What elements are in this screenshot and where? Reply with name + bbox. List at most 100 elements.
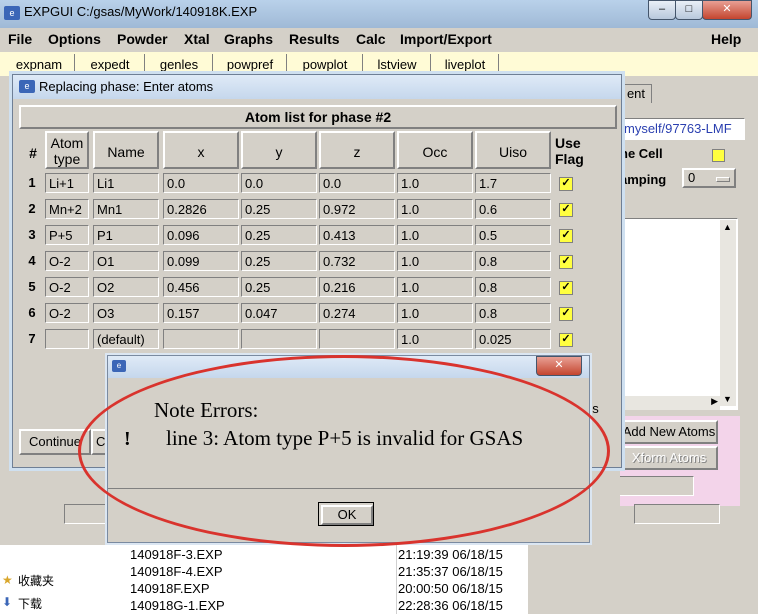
cell-y[interactable]: 0.25: [241, 225, 317, 245]
cell-type[interactable]: [45, 329, 89, 349]
cell-z[interactable]: 0.274: [319, 303, 395, 323]
cell-z[interactable]: 0.216: [319, 277, 395, 297]
cell-z[interactable]: 0.0: [319, 173, 395, 193]
use-flag-checkbox[interactable]: ✓: [559, 333, 573, 347]
close-button[interactable]: ✕: [702, 0, 752, 20]
sidebar-item-downloads[interactable]: 下载: [18, 595, 42, 612]
damping-menu[interactable]: 0: [682, 168, 736, 188]
file-list[interactable]: 140918F-3.EXP 21:19:39 06/18/15 140918F-4…: [128, 545, 528, 614]
cell-name[interactable]: Mn1: [93, 199, 159, 219]
toolbar-genles[interactable]: genles: [146, 54, 213, 74]
maximize-button[interactable]: □: [675, 0, 703, 20]
cell-x[interactable]: [163, 329, 239, 349]
xform-atoms-button[interactable]: Xform Atoms: [620, 446, 718, 470]
sidebar: ★ 收藏夹 ⬇ 下载: [0, 545, 128, 614]
cell-type[interactable]: Li+1: [45, 173, 89, 193]
cell-uiso[interactable]: 0.5: [475, 225, 551, 245]
scroll-up-icon[interactable]: ▲: [723, 222, 732, 232]
tab-fragment[interactable]: ent: [620, 84, 652, 103]
file-row[interactable]: 140918F-3.EXP 21:19:39 06/18/15: [130, 546, 526, 563]
vertical-scrollbar[interactable]: ▲ ▼: [720, 220, 736, 406]
use-flag-checkbox[interactable]: ✓: [559, 281, 573, 295]
cell-name[interactable]: O3: [93, 303, 159, 323]
cell-x[interactable]: 0.096: [163, 225, 239, 245]
cell-y[interactable]: [241, 329, 317, 349]
toolbar-expedt[interactable]: expedt: [76, 54, 145, 74]
cell-y[interactable]: 0.047: [241, 303, 317, 323]
cell-name[interactable]: O1: [93, 251, 159, 271]
col-y-header: y: [241, 131, 317, 169]
cell-type[interactable]: P+5: [45, 225, 89, 245]
horizontal-scrollbar[interactable]: ▶: [620, 396, 720, 410]
file-row[interactable]: 140918F.EXP 20:00:50 06/18/15: [130, 580, 526, 597]
menu-file[interactable]: File: [8, 31, 32, 47]
cell-x[interactable]: 0.2826: [163, 199, 239, 219]
menu-calc[interactable]: Calc: [356, 31, 386, 47]
cell-x[interactable]: 0.099: [163, 251, 239, 271]
use-flag-checkbox[interactable]: ✓: [559, 203, 573, 217]
toolbar-expnam[interactable]: expnam: [4, 54, 75, 74]
cell-uiso[interactable]: 0.8: [475, 251, 551, 271]
scroll-down-icon[interactable]: ▼: [723, 394, 732, 404]
cell-name[interactable]: (default): [93, 329, 159, 349]
continue-button[interactable]: Continue: [19, 429, 91, 455]
use-flag-checkbox[interactable]: ✓: [559, 229, 573, 243]
cell-z[interactable]: 0.972: [319, 199, 395, 219]
minimize-button[interactable]: –: [648, 0, 676, 20]
menu-options[interactable]: Options: [48, 31, 101, 47]
cell-name[interactable]: Li1: [93, 173, 159, 193]
cell-name[interactable]: P1: [93, 225, 159, 245]
use-flag-checkbox[interactable]: ✓: [559, 307, 573, 321]
cell-occ[interactable]: 1.0: [397, 199, 473, 219]
scroll-right-icon[interactable]: ▶: [711, 396, 718, 407]
cell-uiso[interactable]: 0.025: [475, 329, 551, 349]
menu-xtal[interactable]: Xtal: [184, 31, 210, 47]
sidebar-item-favorites[interactable]: 收藏夹: [18, 572, 54, 589]
cell-checkbox[interactable]: [712, 149, 725, 162]
add-new-atoms-button[interactable]: Add New Atoms: [620, 420, 718, 444]
menu-powder[interactable]: Powder: [117, 31, 168, 47]
toolbar-powpref[interactable]: powpref: [214, 54, 287, 74]
menu-import-export[interactable]: Import/Export: [400, 31, 492, 47]
file-row[interactable]: 140918F-4.EXP 21:35:37 06/18/15: [130, 563, 526, 580]
toolbar-liveplot[interactable]: liveplot: [432, 54, 499, 74]
cell-x[interactable]: 0.456: [163, 277, 239, 297]
toolbar-powplot[interactable]: powplot: [288, 54, 363, 74]
cell-type[interactable]: Mn+2: [45, 199, 89, 219]
cell-x[interactable]: 0.157: [163, 303, 239, 323]
cell-occ[interactable]: 1.0: [397, 173, 473, 193]
menu-graphs[interactable]: Graphs: [224, 31, 273, 47]
error-close-button[interactable]: ✕: [536, 356, 582, 376]
ok-button[interactable]: OK: [321, 505, 373, 525]
app-icon: e: [4, 6, 20, 20]
cell-type[interactable]: O-2: [45, 251, 89, 271]
cell-type[interactable]: O-2: [45, 303, 89, 323]
use-flag-checkbox[interactable]: ✓: [559, 255, 573, 269]
cell-occ[interactable]: 1.0: [397, 303, 473, 323]
cell-name[interactable]: O2: [93, 277, 159, 297]
cell-y[interactable]: 0.25: [241, 251, 317, 271]
use-flag-checkbox[interactable]: ✓: [559, 177, 573, 191]
cell-uiso[interactable]: 0.6: [475, 199, 551, 219]
cell-uiso[interactable]: 0.8: [475, 277, 551, 297]
cell-z[interactable]: [319, 329, 395, 349]
menu-results[interactable]: Results: [289, 31, 340, 47]
cell-y[interactable]: 0.0: [241, 173, 317, 193]
cell-x[interactable]: 0.0: [163, 173, 239, 193]
toolbar-lstview[interactable]: lstview: [364, 54, 431, 74]
cell-y[interactable]: 0.25: [241, 199, 317, 219]
cell-occ[interactable]: 1.0: [397, 329, 473, 349]
cell-occ[interactable]: 1.0: [397, 277, 473, 297]
file-row[interactable]: 140918G-1.EXP 22:28:36 06/18/15: [130, 597, 526, 614]
cell-y[interactable]: 0.25: [241, 277, 317, 297]
cell-z[interactable]: 0.413: [319, 225, 395, 245]
cell-uiso[interactable]: 0.8: [475, 303, 551, 323]
cell-uiso[interactable]: 1.7: [475, 173, 551, 193]
cell-type[interactable]: O-2: [45, 277, 89, 297]
cell-occ[interactable]: 1.0: [397, 225, 473, 245]
cell-z[interactable]: 0.732: [319, 251, 395, 271]
exp-path-field[interactable]: myself/97763-LMF: [620, 118, 745, 140]
row-number: 7: [28, 331, 36, 346]
menu-help[interactable]: Help: [711, 31, 741, 47]
cell-occ[interactable]: 1.0: [397, 251, 473, 271]
